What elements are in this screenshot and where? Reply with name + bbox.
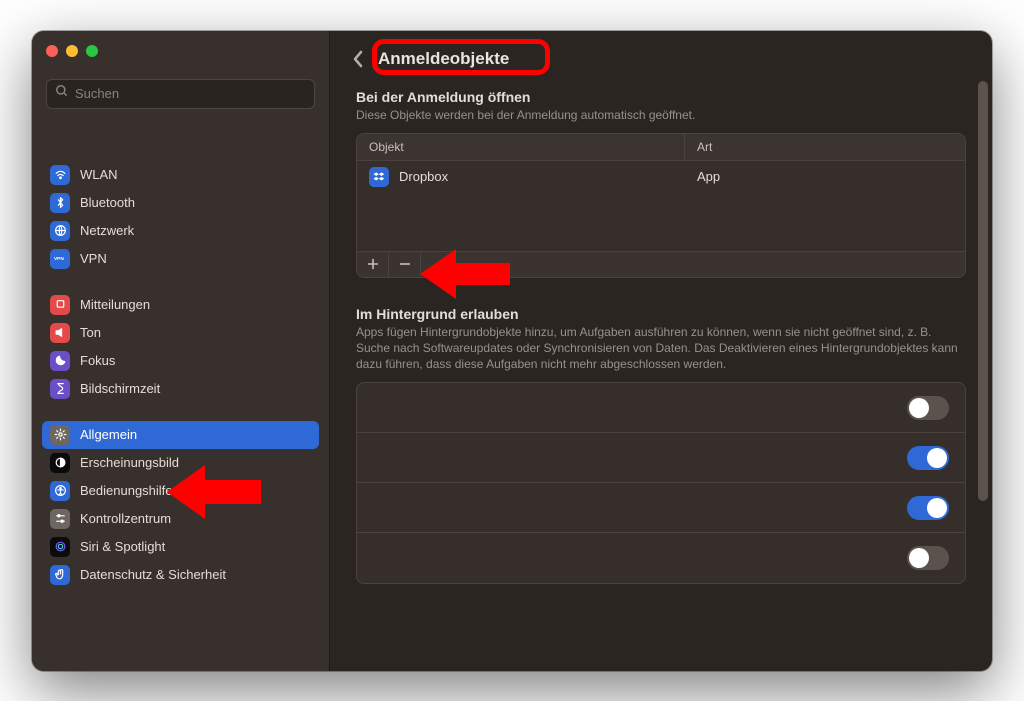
sidebar-item-label: Datenschutz & Sicherheit (80, 567, 226, 582)
sidebar-item-label: Bluetooth (80, 195, 135, 210)
sidebar-item-netzwerk[interactable]: Netzwerk (42, 217, 319, 245)
sidebar-item-label: Siri & Spotlight (80, 539, 165, 554)
back-button[interactable] (348, 47, 368, 71)
hand-icon (50, 565, 70, 585)
background-title: Im Hintergrund erlauben (356, 306, 966, 322)
header: Anmeldeobjekte (330, 31, 992, 83)
table-body: Dropbox App (357, 161, 965, 251)
sidebar-item-bluetooth[interactable]: Bluetooth (42, 189, 319, 217)
add-button[interactable] (357, 252, 389, 277)
scrollbar-thumb[interactable] (978, 81, 988, 501)
sidebar: WLAN Bluetooth Netzwerk VPN VPN Mitteilungen T… (32, 31, 330, 671)
search-input[interactable] (75, 86, 306, 101)
sidebar-item-erscheinungsbild[interactable]: Erscheinungsbild (42, 449, 319, 477)
page-title: Anmeldeobjekte (378, 49, 509, 69)
item-kind: App (685, 169, 965, 184)
wifi-icon (50, 165, 70, 185)
item-name: Dropbox (399, 169, 448, 184)
siri-icon (50, 537, 70, 557)
toggle-knob (927, 498, 947, 518)
table-footer (357, 251, 965, 277)
sidebar-item-label: Kontrollzentrum (80, 511, 171, 526)
sidebar-item-label: WLAN (80, 167, 118, 182)
col-object: Objekt (357, 134, 685, 160)
search-icon (55, 84, 69, 103)
sidebar-item-bildschirmzeit[interactable]: Bildschirmzeit (42, 375, 319, 403)
sidebar-item-label: Mitteilungen (80, 297, 150, 312)
sidebar-item-vpn[interactable]: VPN VPN (42, 245, 319, 273)
background-item (357, 383, 965, 433)
sidebar-list: WLAN Bluetooth Netzwerk VPN VPN Mitteilungen T… (32, 125, 329, 671)
table-row[interactable]: Dropbox App (357, 161, 965, 193)
login-open-subtitle: Diese Objekte werden bei der Anmeldung a… (356, 107, 966, 123)
sidebar-item-allgemein[interactable]: Allgemein (42, 421, 319, 449)
appearance-icon (50, 453, 70, 473)
search-field[interactable] (46, 79, 315, 109)
window-controls (32, 31, 329, 69)
gear-icon (50, 425, 70, 445)
toggle-knob (909, 398, 929, 418)
sound-icon (50, 323, 70, 343)
moon-icon (50, 351, 70, 371)
background-item (357, 433, 965, 483)
sidebar-item-label: VPN (80, 251, 107, 266)
sidebar-item-label: Allgemein (80, 427, 137, 442)
sidebar-item-label: Fokus (80, 353, 115, 368)
content-body: Bei der Anmeldung öffnen Diese Objekte w… (330, 83, 992, 671)
login-items-table: Objekt Art Dropbox App (356, 133, 966, 278)
bell-icon (50, 295, 70, 315)
sidebar-item-wlan[interactable]: WLAN (42, 161, 319, 189)
sliders-icon (50, 509, 70, 529)
settings-window: WLAN Bluetooth Netzwerk VPN VPN Mitteilungen T… (32, 31, 992, 671)
sidebar-item-siri-spotlight[interactable]: Siri & Spotlight (42, 533, 319, 561)
sidebar-item-mitteilungen[interactable]: Mitteilungen (42, 291, 319, 319)
sidebar-item-kontrollzentrum[interactable]: Kontrollzentrum (42, 505, 319, 533)
vpn-icon: VPN (50, 249, 70, 269)
toggle-knob (927, 448, 947, 468)
dropbox-icon (369, 167, 389, 187)
toggle-switch[interactable] (907, 496, 949, 520)
scrollbar[interactable] (976, 81, 990, 661)
sidebar-item-label: Netzwerk (80, 223, 134, 238)
svg-text:VPN: VPN (54, 256, 64, 262)
toggle-switch[interactable] (907, 446, 949, 470)
toggle-switch[interactable] (907, 396, 949, 420)
toggle-knob (909, 548, 929, 568)
sidebar-item-fokus[interactable]: Fokus (42, 347, 319, 375)
minimize-window-button[interactable] (66, 45, 78, 57)
background-item (357, 533, 965, 583)
sidebar-item-label: Erscheinungsbild (80, 455, 179, 470)
sidebar-item-datenschutz-sicherheit[interactable]: Datenschutz & Sicherheit (42, 561, 319, 589)
background-subtitle: Apps fügen Hintergrundobjekte hinzu, um … (356, 324, 966, 373)
sidebar-item-label: Bedienungshilfen (80, 483, 180, 498)
toggle-switch[interactable] (907, 546, 949, 570)
bt-icon (50, 193, 70, 213)
table-header: Objekt Art (357, 134, 965, 161)
background-list (356, 382, 966, 584)
globe-icon (50, 221, 70, 241)
accessibility-icon (50, 481, 70, 501)
content-pane: Anmeldeobjekte Bei der Anmeldung öffnen … (330, 31, 992, 671)
hourglass-icon (50, 379, 70, 399)
sidebar-item-ton[interactable]: Ton (42, 319, 319, 347)
background-item (357, 483, 965, 533)
remove-button[interactable] (389, 252, 421, 277)
close-window-button[interactable] (46, 45, 58, 57)
login-open-title: Bei der Anmeldung öffnen (356, 89, 966, 105)
maximize-window-button[interactable] (86, 45, 98, 57)
sidebar-item-label: Ton (80, 325, 101, 340)
sidebar-item-bedienungshilfen[interactable]: Bedienungshilfen (42, 477, 319, 505)
col-kind: Art (685, 134, 965, 160)
sidebar-item-label: Bildschirmzeit (80, 381, 160, 396)
